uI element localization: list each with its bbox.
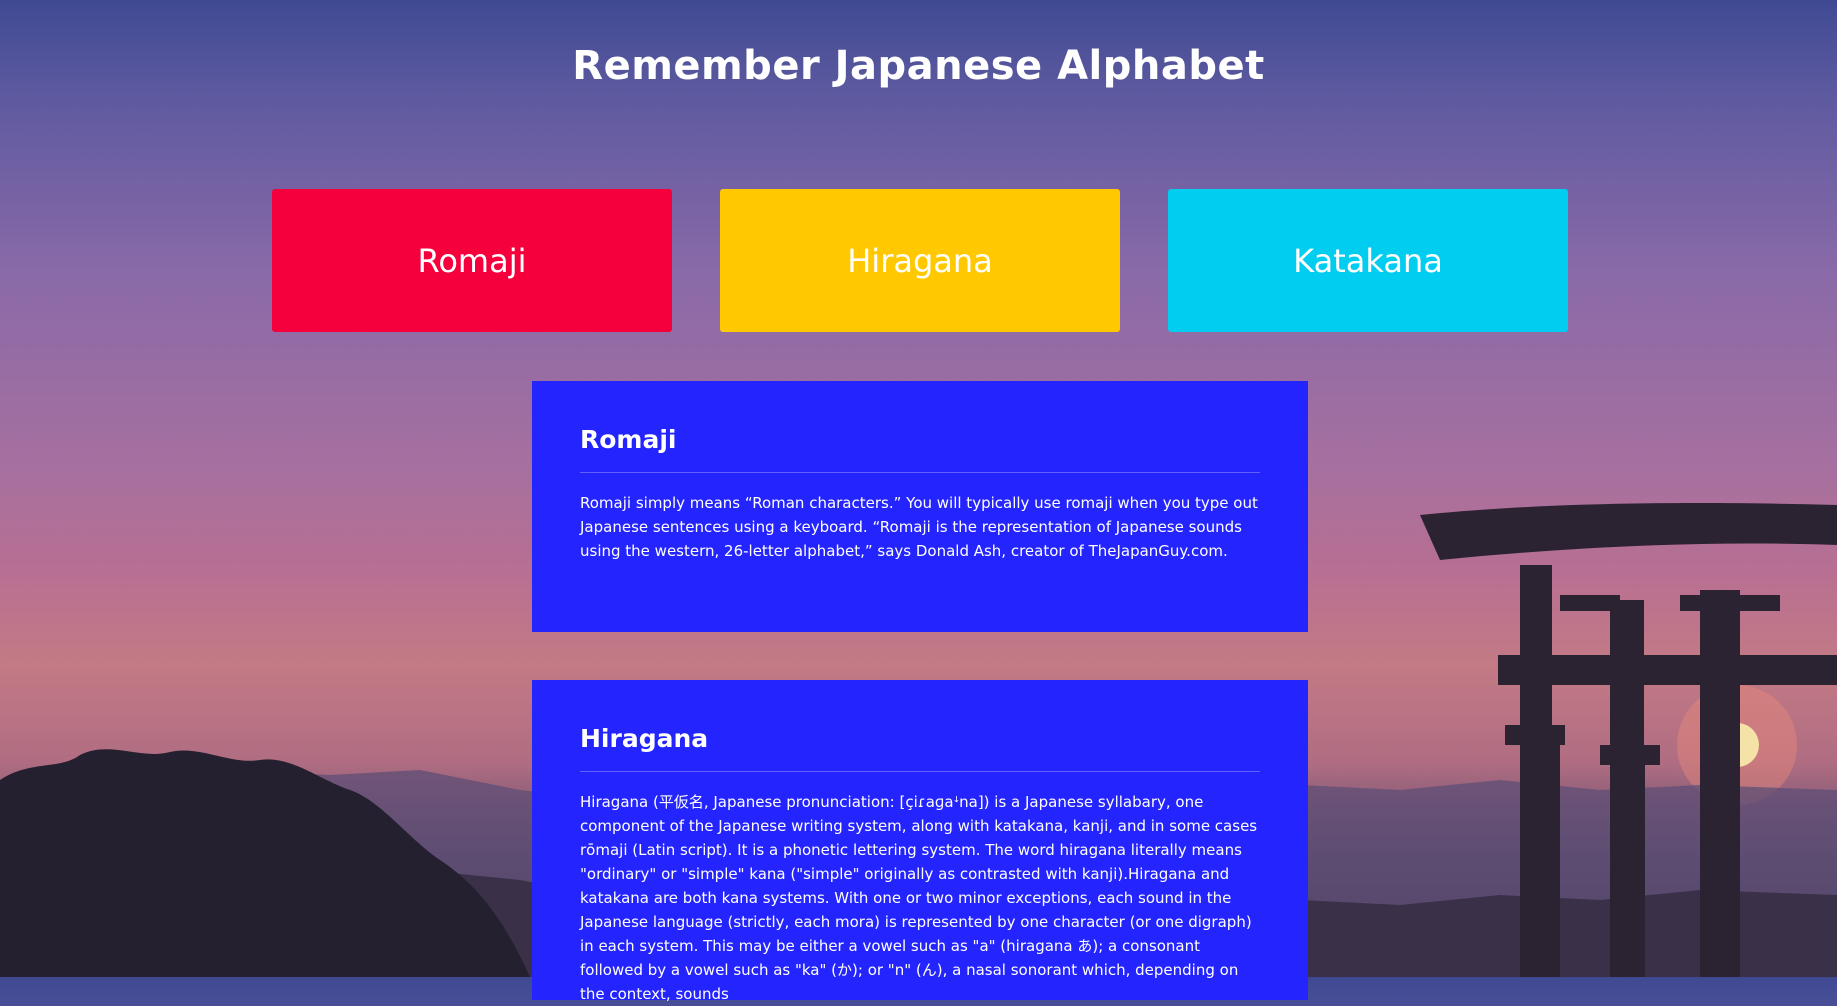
section-divider (580, 771, 1260, 772)
romaji-section-heading: Romaji (580, 425, 677, 454)
page-title: Remember Japanese Alphabet (572, 43, 1265, 89)
hiragana-section-heading: Hiragana (580, 724, 709, 753)
tab-katakana[interactable]: Katakana (1168, 189, 1568, 332)
section-divider (580, 472, 1260, 473)
hiragana-section-card: Hiragana Hiragana (平仮名, Japanese pronunc… (532, 680, 1308, 1003)
tab-hiragana-label: Hiragana (847, 241, 993, 280)
tab-hiragana[interactable]: Hiragana (720, 189, 1120, 332)
tab-katakana-label: Katakana (1293, 241, 1443, 280)
tab-romaji-label: Romaji (417, 241, 527, 280)
romaji-section-card: Romaji Romaji simply means “Roman charac… (532, 381, 1308, 632)
hiragana-section-body: Hiragana (平仮名, Japanese pronunciation: [… (580, 793, 1258, 1003)
romaji-section-body: Romaji simply means “Roman characters.” … (580, 494, 1258, 560)
tab-romaji[interactable]: Romaji (272, 189, 672, 332)
